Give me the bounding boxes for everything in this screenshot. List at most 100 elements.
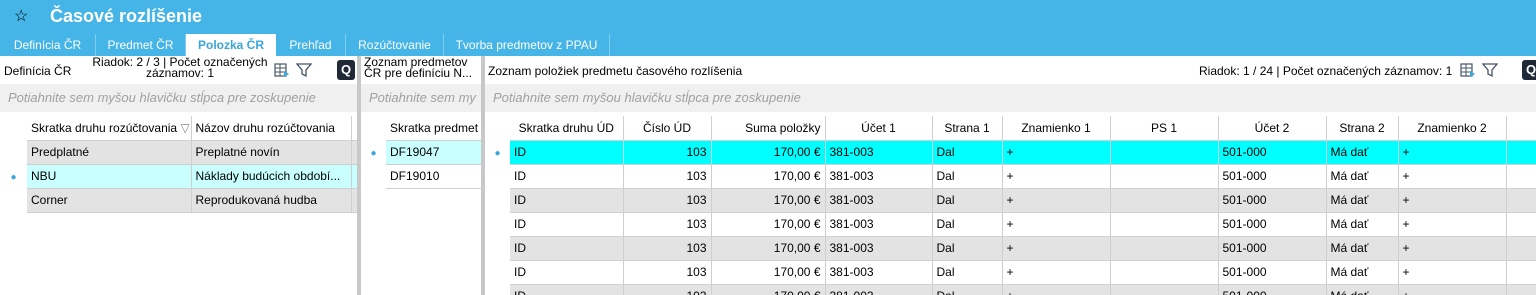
cell[interactable]: Má dať bbox=[1326, 188, 1399, 213]
cell[interactable]: Má dať bbox=[1326, 212, 1399, 237]
column-header[interactable]: PS 1 bbox=[1110, 116, 1219, 141]
column-header[interactable]: Suma položky bbox=[711, 116, 826, 141]
column-header[interactable]: Strana 2 bbox=[1326, 116, 1399, 141]
cell[interactable]: 103 bbox=[623, 260, 712, 285]
cell[interactable]: Dal bbox=[932, 284, 1003, 295]
table-row[interactable]: ID103170,00 €381-003Dal+501-000Má dať+ bbox=[485, 284, 1536, 295]
cell[interactable]: 381-003 bbox=[825, 164, 933, 189]
cell[interactable]: Má dať bbox=[1326, 260, 1399, 285]
cell[interactable]: Dal bbox=[932, 164, 1003, 189]
cell[interactable]: Reprodukovaná hudba bbox=[191, 188, 352, 213]
column-header[interactable]: Znamienko 1 bbox=[1002, 116, 1111, 141]
table-row[interactable]: ID103170,00 €381-003Dal+501-000Má dať+ bbox=[485, 164, 1536, 189]
right-group-bar[interactable]: Potiahnite sem myšou hlavičku stĺpca pre… bbox=[485, 84, 1536, 112]
cell[interactable]: 501-000 bbox=[1218, 284, 1327, 295]
cell[interactable]: Corner bbox=[27, 188, 192, 213]
cell[interactable] bbox=[1110, 236, 1219, 261]
table-row[interactable]: ID103170,00 €381-003Dal+501-000Má dať+ bbox=[485, 188, 1536, 213]
column-header[interactable]: Účet 2 bbox=[1218, 116, 1327, 141]
cell[interactable] bbox=[1110, 188, 1219, 213]
cell[interactable]: 103 bbox=[623, 212, 712, 237]
cell[interactable]: 501-000 bbox=[1218, 164, 1327, 189]
cell[interactable]: 381-003 bbox=[825, 188, 933, 213]
cell[interactable]: 501-000 bbox=[1218, 140, 1327, 165]
tab-tvorba[interactable]: Tvorba predmetov z PPAU bbox=[444, 34, 610, 56]
column-header[interactable]: Názov druhu rozúčtovania bbox=[191, 116, 352, 141]
cell[interactable]: 381-003 bbox=[825, 140, 933, 165]
table-row[interactable]: Corner Reprodukovaná hudba bbox=[0, 188, 357, 213]
cell[interactable]: ID bbox=[510, 164, 624, 189]
cell[interactable]: + bbox=[1002, 140, 1111, 165]
cell[interactable]: 381-003 bbox=[825, 236, 933, 261]
tab-polozka[interactable]: Polozka ČR bbox=[186, 34, 276, 56]
cell[interactable]: 381-003 bbox=[825, 212, 933, 237]
cell[interactable]: 103 bbox=[623, 188, 712, 213]
column-header[interactable]: Účet 1 bbox=[825, 116, 933, 141]
cell[interactable]: ID bbox=[510, 188, 624, 213]
cell[interactable]: 501-000 bbox=[1218, 188, 1327, 213]
cell[interactable]: + bbox=[1398, 188, 1507, 213]
table-row[interactable]: ● ID 103 170,00 €381-003 Dal +501-000 Má dať + bbox=[485, 140, 1536, 165]
cell[interactable]: 381-003 bbox=[825, 284, 933, 295]
cell[interactable]: + bbox=[1002, 164, 1111, 189]
cell[interactable]: 501-000 bbox=[1218, 236, 1327, 261]
query-icon[interactable]: Q bbox=[337, 60, 355, 80]
cell[interactable]: 170,00 € bbox=[711, 236, 826, 261]
cell[interactable]: Má dať bbox=[1326, 284, 1399, 295]
column-header[interactable]: Číslo ÚD bbox=[623, 116, 712, 141]
cell[interactable]: 103 bbox=[623, 284, 712, 295]
cell[interactable] bbox=[1110, 140, 1219, 165]
cell[interactable]: 501-000 bbox=[1218, 212, 1327, 237]
cell[interactable]: NBU bbox=[27, 164, 192, 189]
cell[interactable]: ID bbox=[510, 212, 624, 237]
cell[interactable]: Má dať bbox=[1326, 164, 1399, 189]
cell[interactable]: Má dať bbox=[1326, 236, 1399, 261]
cell[interactable]: + bbox=[1002, 284, 1111, 295]
table-row[interactable]: DF19010 bbox=[361, 164, 481, 189]
cell[interactable]: 170,00 € bbox=[711, 164, 826, 189]
cell[interactable]: ID bbox=[510, 260, 624, 285]
filter-icon[interactable] bbox=[296, 62, 312, 78]
column-header[interactable]: Znamienko 2 bbox=[1398, 116, 1507, 141]
table-row[interactable]: ● NBU Náklady budúcich období... bbox=[0, 164, 357, 189]
middle-group-bar[interactable]: Potiahnite sem my bbox=[361, 84, 481, 112]
table-row[interactable]: ID103170,00 €381-003Dal+501-000Má dať+ bbox=[485, 236, 1536, 261]
cell[interactable]: DF19047 bbox=[386, 140, 481, 165]
cell[interactable] bbox=[1110, 260, 1219, 285]
cell[interactable]: Dal bbox=[932, 260, 1003, 285]
export-icon[interactable] bbox=[1460, 62, 1476, 78]
tab-definicia[interactable]: Definícia ČR bbox=[0, 34, 96, 56]
tab-predmet[interactable]: Predmet ČR bbox=[96, 34, 186, 56]
cell[interactable]: + bbox=[1398, 212, 1507, 237]
left-group-bar[interactable]: Potiahnite sem myšou hlavičku stĺpca pre… bbox=[0, 84, 357, 112]
cell[interactable]: + bbox=[1398, 164, 1507, 189]
column-header[interactable]: Skratka predmet bbox=[386, 116, 481, 141]
cell[interactable]: Predplatné bbox=[27, 140, 192, 165]
table-row[interactable]: ID103170,00 €381-003Dal+501-000Má dať+ bbox=[485, 260, 1536, 285]
cell[interactable]: 170,00 € bbox=[711, 260, 826, 285]
cell[interactable]: Preplatné novín bbox=[191, 140, 352, 165]
table-row[interactable]: ID103170,00 €381-003Dal+501-000Má dať+ bbox=[485, 212, 1536, 237]
column-header[interactable]: Strana 1 bbox=[932, 116, 1003, 141]
cell[interactable]: ID bbox=[510, 284, 624, 295]
export-icon[interactable] bbox=[274, 62, 290, 78]
cell[interactable]: + bbox=[1398, 284, 1507, 295]
cell[interactable]: + bbox=[1002, 260, 1111, 285]
cell[interactable]: 381-003 bbox=[825, 260, 933, 285]
cell[interactable]: ID bbox=[510, 236, 624, 261]
cell[interactable]: 103 bbox=[623, 140, 712, 165]
cell[interactable] bbox=[1110, 164, 1219, 189]
cell[interactable]: 103 bbox=[623, 236, 712, 261]
cell[interactable]: Dal bbox=[932, 140, 1003, 165]
cell[interactable]: ID bbox=[510, 140, 624, 165]
column-header[interactable]: Skratka druhu rozúčtovania ▽ bbox=[27, 116, 192, 141]
table-row[interactable]: ● DF19047 bbox=[361, 140, 481, 165]
cell[interactable]: Dal bbox=[932, 188, 1003, 213]
cell[interactable]: + bbox=[1002, 188, 1111, 213]
cell[interactable]: 170,00 € bbox=[711, 284, 826, 295]
tab-rozuctovanie[interactable]: Rozúčtovanie bbox=[346, 34, 444, 56]
cell[interactable]: + bbox=[1002, 236, 1111, 261]
query-icon[interactable]: Q bbox=[1522, 60, 1536, 80]
cell[interactable]: Dal bbox=[932, 212, 1003, 237]
table-row[interactable]: Predplatné Preplatné novín bbox=[0, 140, 357, 165]
